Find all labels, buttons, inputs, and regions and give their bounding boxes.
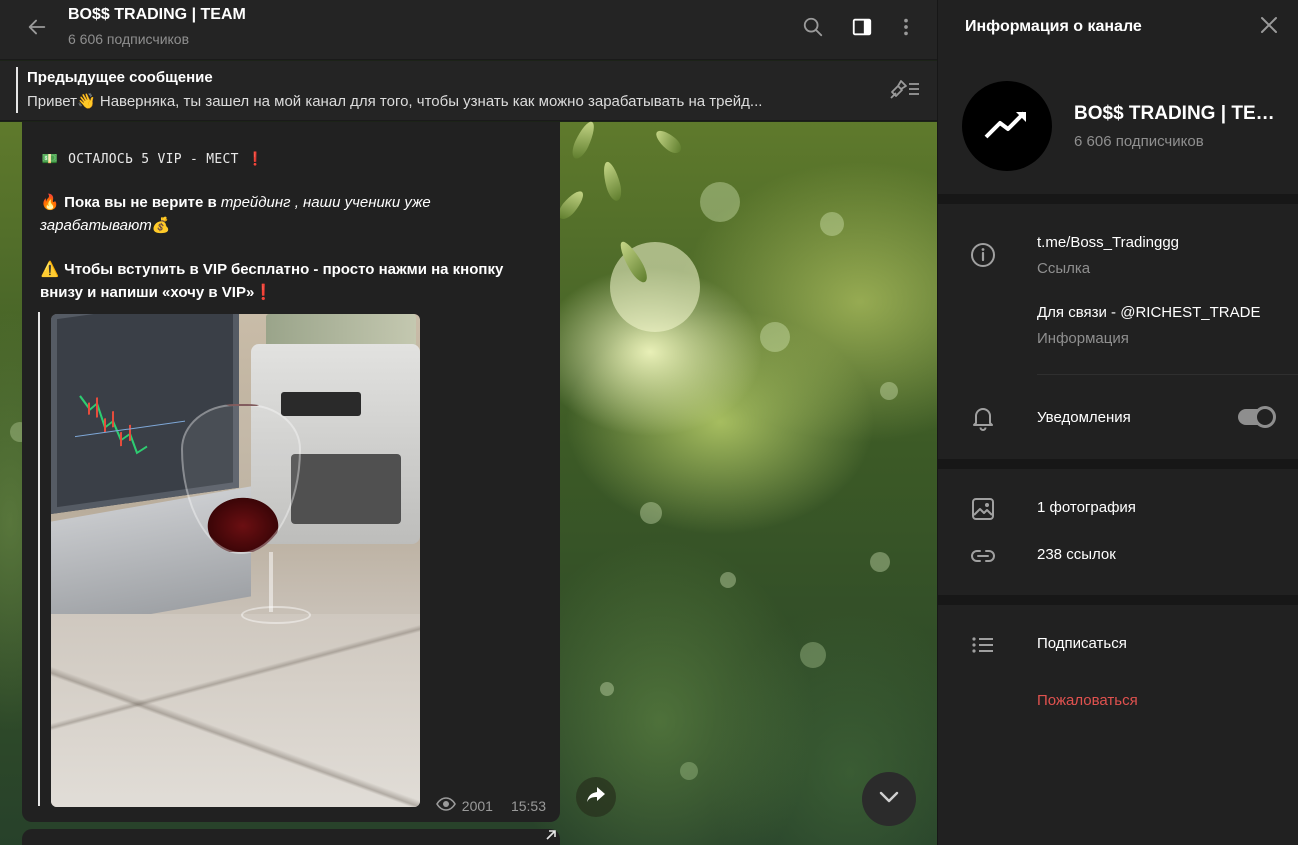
photos-count[interactable]: 1 фотография — [1037, 499, 1136, 516]
subscribe-button[interactable]: Подписаться — [1037, 635, 1127, 652]
trend-arrow-icon — [982, 107, 1032, 146]
channel-link-label: Ссылка — [1037, 260, 1091, 277]
channel-contact[interactable]: Для связи - @RICHEST_TRADE — [1037, 304, 1260, 321]
exclamation-emoji-2: ❗ — [254, 284, 273, 301]
link-icon — [968, 541, 998, 571]
marble-table — [51, 614, 420, 807]
pin-list-icon — [888, 77, 922, 106]
section-divider-3 — [938, 595, 1298, 605]
exclamation-emoji: ❗ — [246, 152, 264, 167]
section-divider — [938, 194, 1298, 204]
chevron-down-icon — [878, 790, 900, 809]
message-bubble[interactable]: 💵 ОСТАЛОСЬ 5 VIP - МЕСТ ❗ 🔥 Пока вы не в… — [22, 122, 560, 822]
close-panel-button[interactable] — [1254, 12, 1284, 42]
arrow-left-icon — [26, 16, 48, 43]
chat-header: BO$$ TRADING | TEAM 6 606 подписчиков — [0, 0, 937, 60]
links-count[interactable]: 238 ссылок — [1037, 546, 1116, 563]
message-line-1: 💵 ОСТАЛОСЬ 5 VIP - МЕСТ ❗ — [40, 148, 263, 171]
message-views: 2001 — [461, 797, 493, 814]
message-line-3: ⚠️ Чтобы вступить в VIP бесплатно - прос… — [40, 258, 560, 304]
pinned-indicator — [16, 67, 18, 113]
next-message-bubble[interactable] — [22, 829, 560, 845]
bell-icon — [968, 403, 998, 433]
message-line-3-text: Чтобы вступить в VIP бесплатно - просто … — [64, 261, 504, 278]
moneybag-emoji: 💰 — [151, 217, 171, 234]
sidebar-toggle-icon — [851, 16, 873, 43]
close-icon — [1259, 15, 1279, 40]
money-emoji: 💵 — [41, 152, 59, 167]
message-line-3-text-2: внизу и напиши «хочу в VIP» — [40, 284, 255, 301]
notifications-label: Уведомления — [1037, 409, 1131, 426]
forward-button[interactable] — [576, 777, 616, 817]
eye-icon — [435, 797, 456, 814]
section-divider-2 — [938, 459, 1298, 469]
message-line-2-italic-2: зарабатывают — [40, 217, 152, 234]
channel-avatar[interactable] — [962, 81, 1052, 171]
info-icon — [968, 240, 998, 270]
row-divider — [1037, 374, 1298, 375]
channel-name: BO$$ TRADING | TEAM — [1074, 103, 1284, 124]
scroll-down-button[interactable] — [862, 772, 916, 826]
sidebar-toggle-button[interactable] — [847, 14, 877, 44]
search-button[interactable] — [798, 14, 828, 44]
channel-title[interactable]: BO$$ TRADING | TEAM — [68, 6, 246, 24]
warning-emoji: ⚠️ — [40, 261, 60, 278]
forward-icon — [586, 786, 606, 809]
message-line-2-bold: Пока вы не верите в — [64, 194, 217, 211]
message-time: 15:53 — [510, 797, 546, 814]
panel-title: Информация о канале — [965, 18, 1142, 35]
pinned-list-button[interactable] — [887, 77, 923, 105]
pinned-label: Предыдущее сообщение — [27, 69, 213, 86]
message-line-1-text: ОСТАЛОСЬ 5 VIP - МЕСТ — [68, 152, 239, 167]
expand-arrow-icon — [545, 829, 557, 844]
message-meta: 2001 15:53 — [435, 797, 546, 814]
notifications-toggle[interactable] — [1238, 406, 1276, 428]
channel-subscriber-count: 6 606 подписчиков — [1074, 133, 1204, 150]
list-icon — [968, 630, 998, 660]
more-vertical-icon — [895, 16, 917, 43]
pinned-message-bar[interactable]: Предыдущее сообщение Привет👋 Наверняка, … — [0, 61, 937, 121]
message-photo[interactable] — [51, 314, 420, 807]
media-quote-bar — [38, 312, 40, 806]
chat-area: BO$$ TRADING | TEAM 6 606 подписчиков Пр… — [0, 0, 937, 845]
trading-chart-graphic — [75, 395, 185, 455]
channel-info-panel: Информация о канале BO$$ TRADING | TEAM … — [937, 0, 1298, 845]
pinned-text: Привет👋 Наверняка, ты зашел на мой канал… — [27, 93, 763, 110]
channel-subscribers: 6 606 подписчиков — [68, 31, 190, 47]
message-line-2-italic: трейдинг , наши ученики уже — [220, 194, 431, 211]
channel-link[interactable]: t.me/Boss_Tradinggg — [1037, 234, 1179, 251]
fire-emoji: 🔥 — [40, 194, 60, 211]
channel-contact-label: Информация — [1037, 330, 1129, 347]
search-icon — [802, 16, 824, 43]
report-button[interactable]: Пожаловаться — [1037, 692, 1138, 709]
back-button[interactable] — [20, 14, 54, 44]
more-menu-button[interactable] — [891, 14, 921, 44]
photo-icon — [968, 494, 998, 524]
message-line-2: 🔥 Пока вы не верите в трейдинг , наши уч… — [40, 191, 540, 237]
